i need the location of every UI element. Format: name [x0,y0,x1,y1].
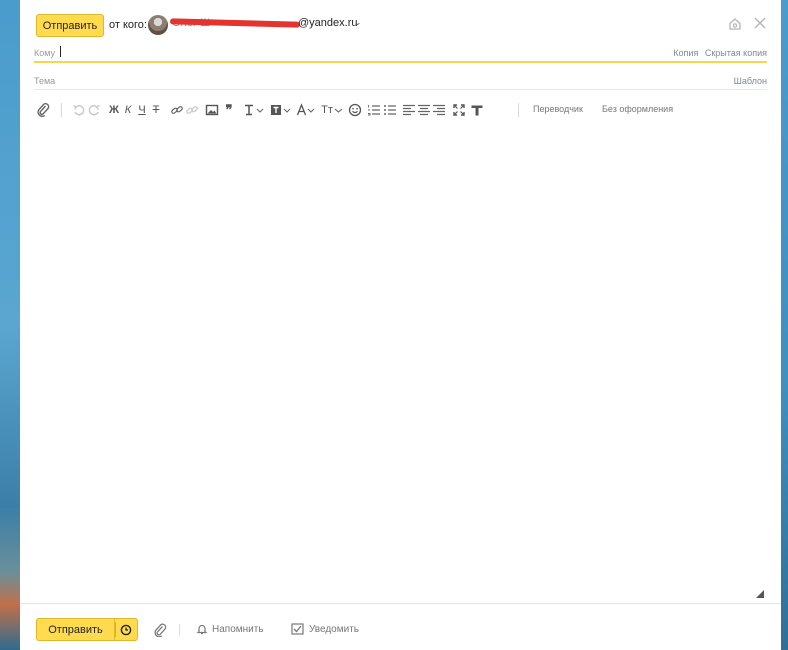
remind-label: Напомнить [212,623,264,635]
compose-window: Отправить от кого: Олег Ш @yandex.ru ⌄ К… [20,0,781,650]
save-draft-icon[interactable] [728,17,742,31]
link-icon[interactable] [170,102,184,118]
attach-icon[interactable] [153,623,167,637]
bullet-list-icon[interactable] [383,102,397,118]
toolbar-divider [61,103,62,117]
send-button-bottom[interactable]: Отправить [36,618,114,641]
avatar [148,15,168,35]
sender-email[interactable]: @yandex.ru [298,17,357,29]
chevron-down-icon[interactable]: ⌄ [354,17,362,28]
align-right-icon[interactable] [432,102,446,118]
toolbar-divider [518,103,519,117]
bold-button[interactable]: Ж [108,102,120,118]
send-button-top[interactable]: Отправить [36,14,104,37]
numbered-list-icon[interactable] [367,102,381,118]
bell-icon [196,624,208,635]
notify-check-icon [291,623,304,635]
template-link[interactable]: Шаблон [734,76,767,86]
emoji-icon[interactable] [348,102,362,118]
to-field[interactable]: Кому Копия Скрытая копия [34,44,767,63]
background-color-icon[interactable] [270,102,294,118]
subject-label: Тема [34,76,56,86]
resize-handle-icon[interactable] [756,590,764,598]
redo-icon[interactable] [87,102,101,118]
notify-label: Уведомить [309,623,359,635]
text-color-icon[interactable] [243,102,269,118]
clock-icon [120,624,132,635]
strikethrough-button[interactable]: Т [150,102,162,118]
italic-button[interactable]: К [122,102,134,118]
undo-icon[interactable] [72,102,86,118]
remind-button[interactable]: Напомнить [196,623,264,635]
align-center-icon[interactable] [417,102,431,118]
fullscreen-icon[interactable] [452,102,466,118]
background-right-edge [781,0,788,650]
bcc-link[interactable]: Скрытая копия [705,48,767,58]
message-body[interactable] [34,126,767,596]
notify-button[interactable]: Уведомить [291,623,359,635]
image-icon[interactable] [205,102,219,118]
clear-format-icon[interactable] [470,102,484,118]
cc-links: Копия Скрытая копия [669,48,767,58]
font-size-button[interactable]: Тт [319,102,335,118]
footer-divider [179,624,180,636]
attach-icon[interactable] [36,102,50,118]
close-icon[interactable] [753,16,767,30]
format-toolbar: Ж К Ч Т ❞ Тт Переводчик Без оформления [34,100,767,120]
align-left-icon[interactable] [402,102,416,118]
to-label: Кому [34,48,56,58]
unlink-icon[interactable] [185,102,199,118]
quote-button[interactable]: ❞ [222,102,236,118]
no-format-button[interactable]: Без оформления [602,104,673,114]
font-icon[interactable] [296,102,318,118]
background-left-edge [0,0,20,650]
from-label: от кого: [109,19,147,31]
delayed-send-button[interactable] [114,618,138,641]
compose-header: Отправить от кого: Олег Ш @yandex.ru ⌄ [20,0,781,44]
subject-field[interactable]: Тема Шаблон [34,70,767,90]
underline-button[interactable]: Ч [136,102,148,118]
cc-link[interactable]: Копия [673,48,698,58]
chevron-down-icon[interactable] [334,102,343,118]
text-cursor [60,46,61,57]
compose-footer: Отправить Напомнить Уведомить [20,603,781,650]
translator-button[interactable]: Переводчик [533,104,583,114]
